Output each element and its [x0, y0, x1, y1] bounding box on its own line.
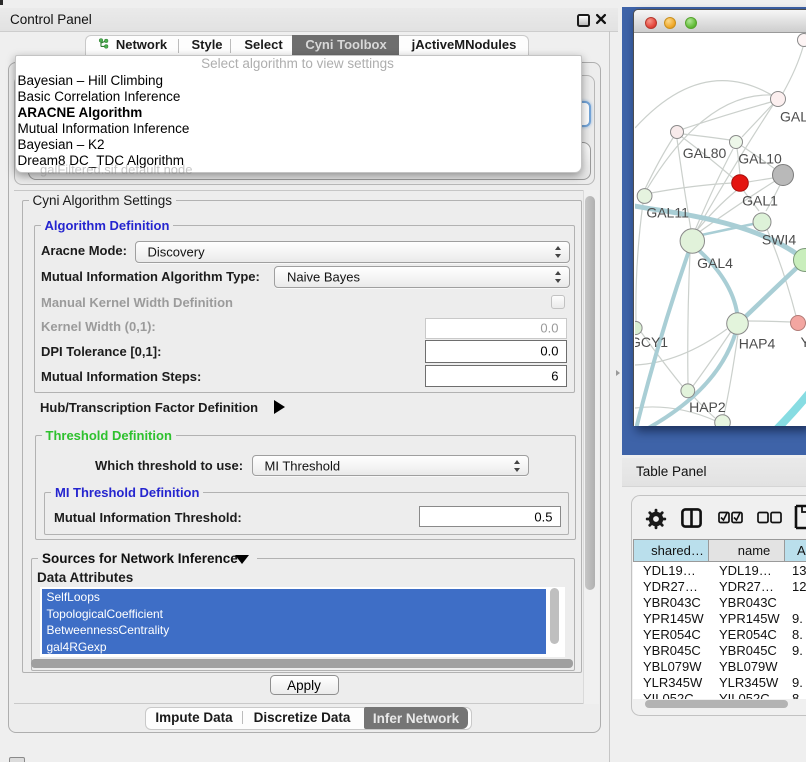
svg-text:GAL2: GAL2 — [780, 109, 806, 125]
svg-text:HAP4: HAP4 — [739, 336, 776, 352]
svg-text:HAP2: HAP2 — [689, 399, 726, 415]
svg-text:YJ: YJ — [801, 334, 806, 350]
svg-text:GAL10: GAL10 — [738, 151, 782, 167]
svg-text:GAL1: GAL1 — [742, 193, 778, 209]
svg-text:GAL4: GAL4 — [697, 255, 733, 271]
svg-text:GAL80: GAL80 — [683, 145, 727, 161]
svg-text:GAL11: GAL11 — [646, 204, 689, 220]
svg-text:SWI4: SWI4 — [762, 232, 796, 248]
svg-text:GCY1: GCY1 — [635, 334, 668, 350]
